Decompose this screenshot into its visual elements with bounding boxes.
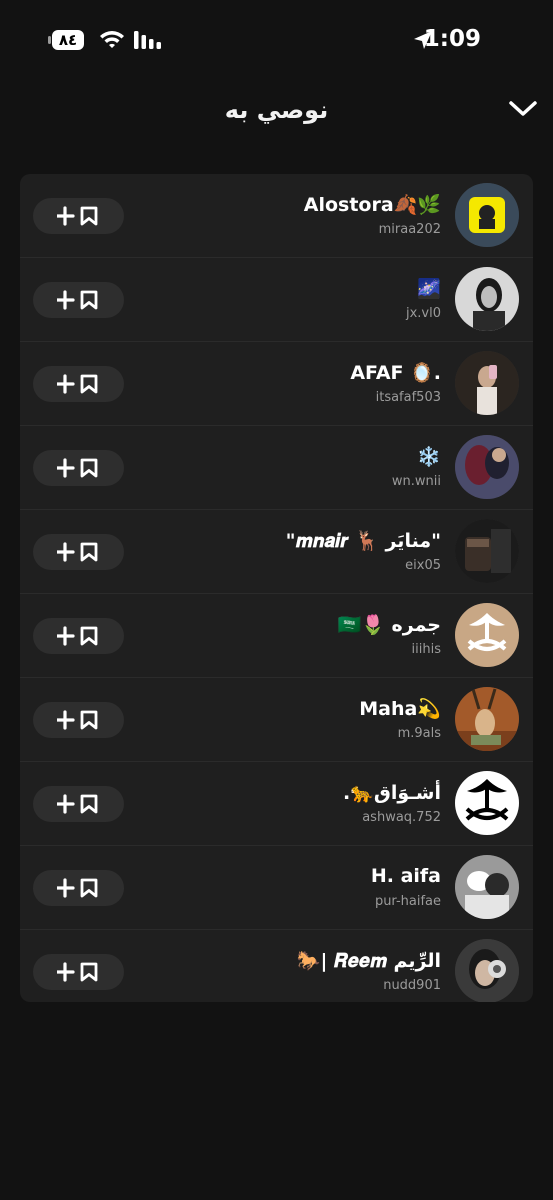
avatar[interactable]	[455, 939, 519, 1002]
plus-bookmark-icon	[57, 542, 98, 562]
add-friend-button[interactable]	[33, 954, 124, 990]
signal-icon	[134, 31, 161, 49]
plus-bookmark-icon	[57, 794, 98, 814]
plus-bookmark-icon	[57, 626, 98, 646]
list-item[interactable]: 🐎| 𝑹𝒆𝒆𝒎 الرِّيم nudd901	[20, 930, 533, 1002]
display-name: 🇸🇦🌷 جمره	[337, 614, 441, 636]
display-name: .🐆أشـوَاق	[343, 782, 441, 804]
wifi-icon	[100, 31, 124, 48]
list-item[interactable]: "𝒎𝒏𝒂𝒊𝒓 🦌 منايَر" eix05	[20, 510, 533, 594]
display-name: AFAF 🪞.	[350, 362, 441, 384]
username: miraa202	[378, 222, 441, 237]
add-friend-button[interactable]	[33, 618, 124, 654]
avatar[interactable]	[455, 855, 519, 919]
list-item[interactable]: AFAF 🪞. itsafaf503	[20, 342, 533, 426]
add-friend-button[interactable]	[33, 282, 124, 318]
page-title: نوصي به	[224, 96, 329, 124]
avatar[interactable]	[455, 771, 519, 835]
username: jx.vl0	[405, 306, 441, 321]
avatar[interactable]	[455, 603, 519, 667]
avatar[interactable]	[455, 351, 519, 415]
username: itsafaf503	[375, 390, 441, 405]
display-name: 🌌	[417, 278, 441, 300]
list-item[interactable]: .🐆أشـوَاق ashwaq.752	[20, 762, 533, 846]
plus-bookmark-icon	[57, 962, 98, 982]
status-bar: ٨٤ 1:09	[0, 0, 553, 80]
add-friend-button[interactable]	[33, 198, 124, 234]
username: iiihis	[411, 642, 441, 657]
display-name: "𝒎𝒏𝒂𝒊𝒓 🦌 منايَر"	[285, 530, 441, 552]
list-item[interactable]: 🇸🇦🌷 جمره iiihis	[20, 594, 533, 678]
plus-bookmark-icon	[57, 878, 98, 898]
display-name: ❄️	[417, 446, 441, 468]
battery-icon: ٨٤	[48, 30, 88, 50]
username: eix05	[405, 558, 441, 573]
add-friend-button[interactable]	[33, 870, 124, 906]
clock: 1:09	[423, 26, 481, 52]
plus-bookmark-icon	[57, 458, 98, 478]
username: m.9als	[397, 726, 441, 741]
chevron-down-icon[interactable]	[508, 98, 538, 120]
display-name: Maha💫	[359, 698, 441, 720]
plus-bookmark-icon	[57, 206, 98, 226]
list-item[interactable]: 🌌 jx.vl0	[20, 258, 533, 342]
username: wn.wnii	[391, 474, 441, 489]
display-name: H. aifa	[370, 865, 441, 887]
list-item[interactable]: Maha💫 m.9als	[20, 678, 533, 762]
suggestions-list: Alostora🍂🌿 miraa202 🌌 jx.vl0 AFAF 🪞. itsafaf5…	[20, 174, 533, 1002]
list-item[interactable]: ❄️ wn.wnii	[20, 426, 533, 510]
avatar[interactable]	[455, 267, 519, 331]
avatar[interactable]	[455, 435, 519, 499]
list-item[interactable]: H. aifa pur-haifae	[20, 846, 533, 930]
username: ashwaq.752	[362, 810, 441, 825]
display-name: 🐎| 𝑹𝒆𝒆𝒎 الرِّيم	[296, 950, 441, 972]
add-friend-button[interactable]	[33, 366, 124, 402]
plus-bookmark-icon	[57, 374, 98, 394]
avatar[interactable]	[455, 183, 519, 247]
plus-bookmark-icon	[57, 290, 98, 310]
header: نوصي به	[0, 82, 553, 138]
display-name: Alostora🍂🌿	[303, 194, 441, 216]
plus-bookmark-icon	[57, 710, 98, 730]
avatar[interactable]	[455, 687, 519, 751]
list-item[interactable]: Alostora🍂🌿 miraa202	[20, 174, 533, 258]
avatar[interactable]	[455, 519, 519, 583]
add-friend-button[interactable]	[33, 534, 124, 570]
add-friend-button[interactable]	[33, 702, 124, 738]
username: pur-haifae	[374, 894, 441, 909]
battery-level: ٨٤	[52, 30, 84, 50]
username: nudd901	[383, 978, 441, 993]
add-friend-button[interactable]	[33, 786, 124, 822]
add-friend-button[interactable]	[33, 450, 124, 486]
